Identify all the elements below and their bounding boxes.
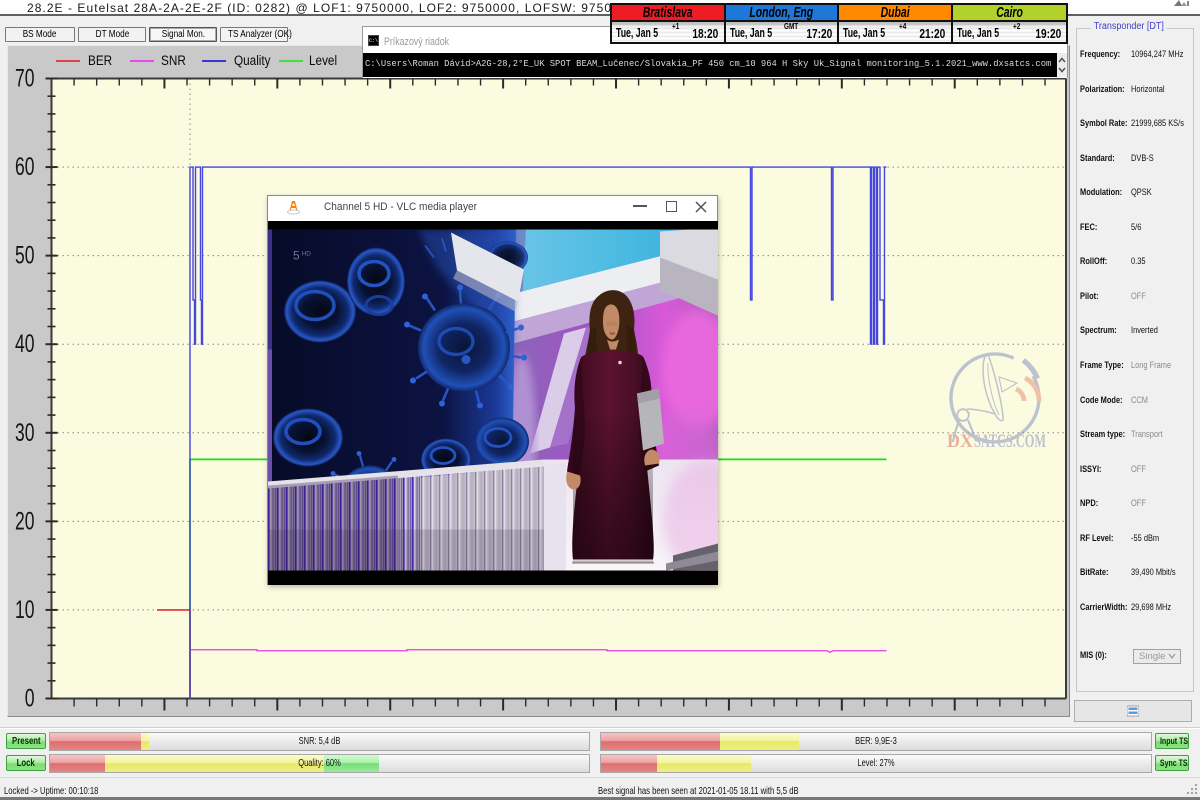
svg-text:SATCS.COM: SATCS.COM bbox=[974, 431, 1046, 452]
svg-text:70: 70 bbox=[15, 65, 35, 93]
svg-text:20: 20 bbox=[15, 507, 35, 535]
svg-text:50: 50 bbox=[15, 242, 35, 270]
svg-text:0: 0 bbox=[25, 685, 35, 713]
svg-text:40: 40 bbox=[15, 330, 35, 358]
svg-text:10: 10 bbox=[15, 596, 35, 624]
svg-text:30: 30 bbox=[15, 419, 35, 447]
svg-text:60: 60 bbox=[15, 153, 35, 181]
svg-text:DX: DX bbox=[947, 431, 973, 452]
